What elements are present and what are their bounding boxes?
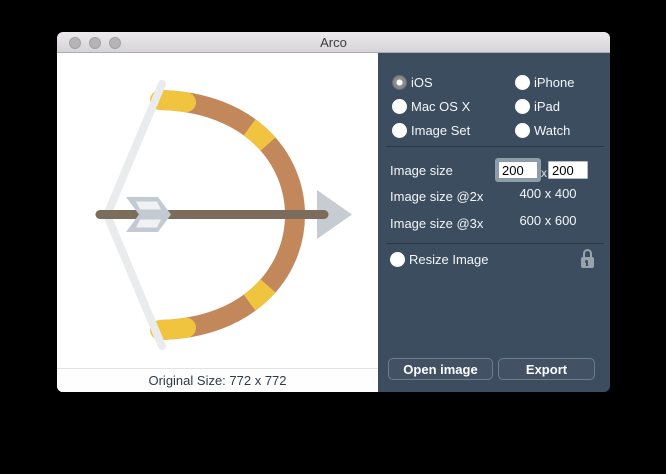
radio-row-macosx[interactable]: Mac OS X [392,98,470,114]
desktop-background: Arco Original Size: 772 x 772 iOS iPhone… [0,0,666,474]
resize-image-row[interactable]: Resize Image [390,251,488,267]
radio-row-watch[interactable]: Watch [515,122,570,138]
radio-iphone[interactable] [515,74,530,90]
options-panel: iOS iPhone Mac OS X iPad Image Set Watch… [378,53,610,392]
height-input[interactable] [548,161,588,179]
lock-keystem [586,262,588,266]
width-input[interactable] [498,161,538,179]
radio-ipad[interactable] [515,98,530,114]
radio-row-imageset[interactable]: Image Set [392,122,470,138]
radio-ipad-label: iPad [534,98,561,114]
status-original-size: Original Size: 772 x 772 [57,368,378,392]
bow-and-arrow-illustration [95,80,352,350]
radio-macosx[interactable] [392,98,407,114]
title-bar[interactable]: Arco [57,32,610,53]
radio-watch-label: Watch [534,122,571,138]
window-title: Arco [320,35,347,50]
radio-row-iphone[interactable]: iPhone [515,74,574,90]
image-preview-panel: Original Size: 772 x 772 [57,53,378,392]
image-size-2x-value: 400 x 400 [519,186,577,201]
radio-ios[interactable] [392,74,407,90]
section-divider-bottom [386,243,604,244]
resize-image-radio[interactable] [390,251,405,267]
export-button[interactable]: Export [498,358,595,380]
radio-ios-label: iOS [411,74,433,90]
radio-row-ipad[interactable]: iPad [515,98,560,114]
radio-macosx-label: Mac OS X [411,98,471,114]
radio-imageset[interactable] [392,122,407,138]
radio-row-ios[interactable]: iOS [392,74,433,90]
image-size-3x-label: Image size @3x [390,216,484,231]
resize-image-label: Resize Image [409,251,489,267]
radio-iphone-label: iPhone [534,74,575,90]
radio-watch[interactable] [515,122,530,138]
lock-icon[interactable] [580,249,595,269]
section-divider-top [386,146,604,147]
image-size-3x-value: 600 x 600 [519,213,577,228]
size-separator: x [541,166,547,180]
app-window: Arco Original Size: 772 x 772 iOS iPhone… [57,32,610,392]
radio-imageset-label: Image Set [411,122,471,138]
image-size-label: Image size [390,163,453,178]
image-size-2x-label: Image size @2x [390,189,484,204]
open-image-button[interactable]: Open image [388,358,493,380]
